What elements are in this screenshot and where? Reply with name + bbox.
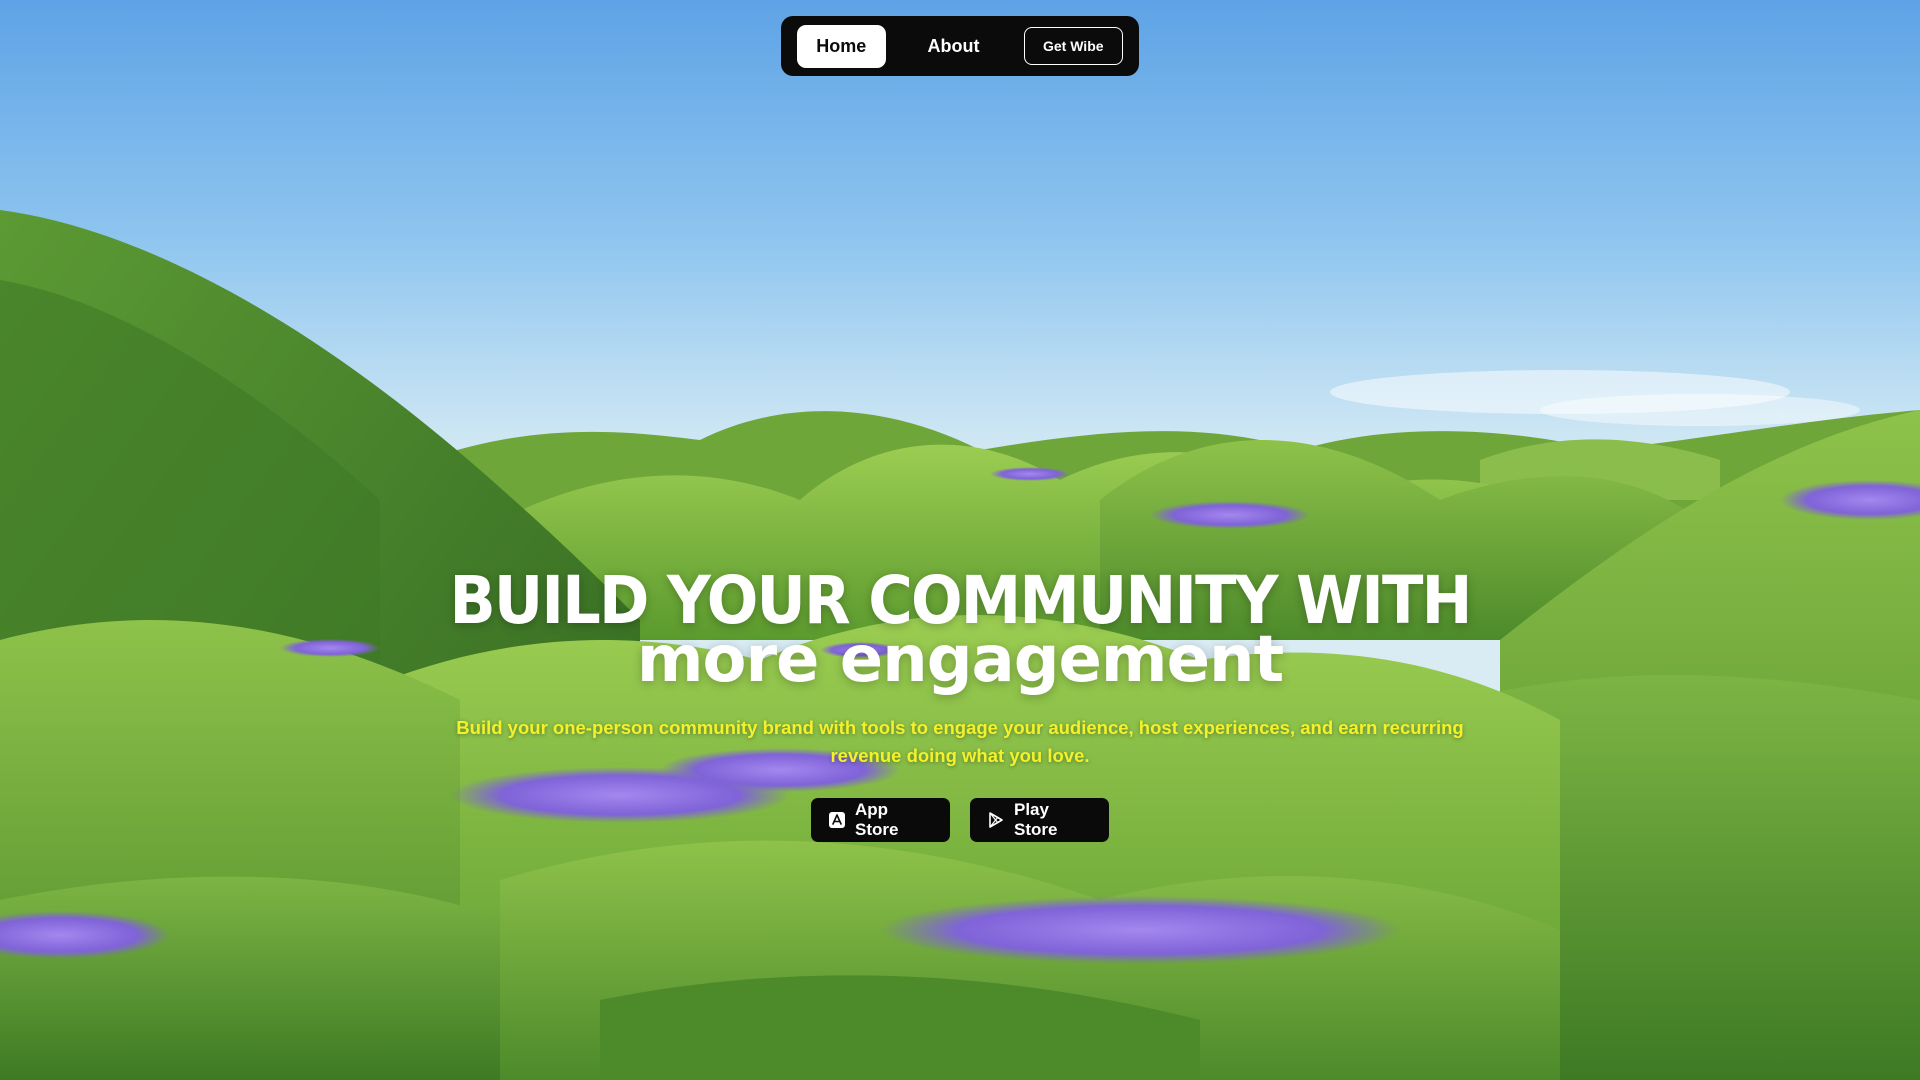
app-store-label: App Store — [855, 800, 899, 839]
play-store-button[interactable]: Play Store — [970, 798, 1109, 842]
hero-section: BUILD YOUR COMMUNITY WITH more engagemen… — [0, 568, 1920, 770]
store-buttons: App Store Play Store — [0, 798, 1920, 842]
hills-landscape-image — [0, 210, 1920, 1080]
play-store-label: Play Store — [1014, 800, 1058, 839]
app-store-icon — [829, 812, 845, 828]
nav-about-link[interactable]: About — [928, 36, 980, 57]
nav-home-button[interactable]: Home — [797, 24, 886, 68]
top-navigation: Home About Get Wibe — [781, 16, 1139, 76]
hero-headline: BUILD YOUR COMMUNITY WITH — [449, 562, 1472, 639]
get-wibe-button[interactable]: Get Wibe — [1023, 27, 1123, 65]
hero-subtitle: Build your one-person community brand wi… — [456, 717, 1464, 766]
app-store-button[interactable]: App Store — [811, 798, 950, 842]
play-store-icon — [988, 812, 1004, 828]
landing-page: Home About Get Wibe BUILD YOUR COMMUNITY… — [0, 0, 1920, 1080]
